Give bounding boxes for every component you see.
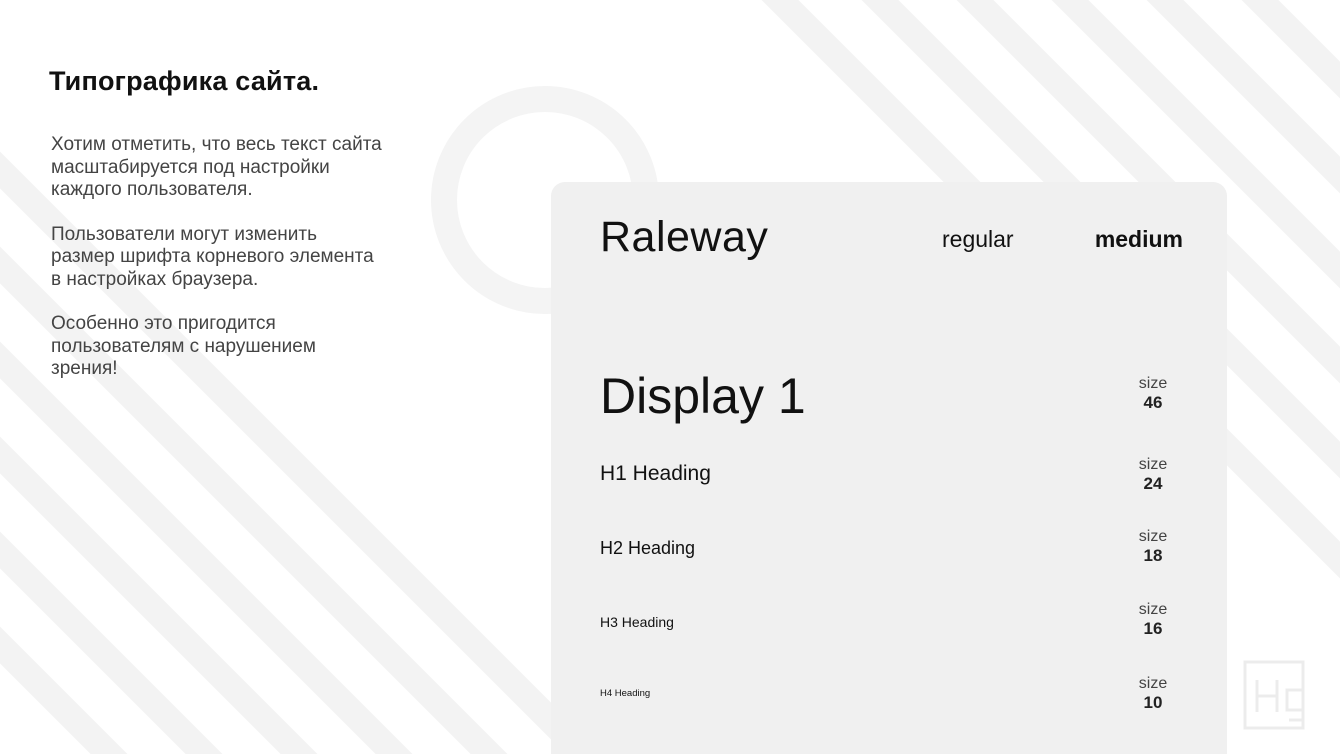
type-sample-h3: H3 Heading bbox=[600, 614, 674, 630]
type-row-h4: H4 Heading size 10 bbox=[600, 675, 1183, 712]
size-value: 10 bbox=[1143, 693, 1163, 712]
size-label: size bbox=[1138, 375, 1168, 392]
type-row-h2: H2 Heading size 18 bbox=[600, 528, 1183, 574]
paragraph-scaling: Хотим отметить, что весь текст сайта мас… bbox=[51, 134, 382, 200]
font-family-name: Raleway bbox=[600, 213, 769, 261]
size-label: size bbox=[1138, 528, 1168, 545]
weight-medium-label: medium bbox=[1094, 226, 1183, 252]
size-label: size bbox=[1138, 456, 1168, 473]
size-value: 24 bbox=[1143, 474, 1163, 493]
page-title: Типографика сайта. bbox=[49, 66, 320, 96]
size-label: size bbox=[1138, 675, 1168, 692]
type-sample-h4: H4 Heading bbox=[600, 688, 651, 699]
size-label: size bbox=[1138, 601, 1168, 618]
type-sample-display-1: Display 1 bbox=[600, 368, 806, 424]
type-size-h1: size 24 bbox=[1123, 455, 1183, 494]
type-row-display-1: Display 1 size 46 bbox=[600, 366, 1183, 426]
weight-regular-label: regular bbox=[942, 226, 1014, 252]
description-text: Хотим отметить, что весь текст сайта мас… bbox=[51, 134, 421, 403]
type-sample-h2: H2 Heading bbox=[600, 538, 696, 558]
hg-logo-icon bbox=[1243, 660, 1305, 730]
type-sample-h1: H1 Heading bbox=[600, 462, 711, 485]
paragraph-font-size: Пользователи могут изменить размер шрифт… bbox=[51, 223, 374, 290]
type-row-h1: H1 Heading size 24 bbox=[600, 455, 1183, 498]
type-size-h3: size 16 bbox=[1123, 600, 1183, 639]
type-row-h3: H3 Heading size 16 bbox=[600, 601, 1183, 642]
size-value: 16 bbox=[1143, 619, 1163, 638]
slide-page: Типографика сайта. Хотим отметить, что в… bbox=[0, 0, 1340, 754]
type-size-h4: size 10 bbox=[1123, 674, 1183, 713]
size-value: 18 bbox=[1143, 546, 1163, 565]
paragraph-accessibility: Особенно это пригодится пользователям с … bbox=[51, 313, 316, 379]
type-size-display-1: size 46 bbox=[1123, 374, 1183, 413]
type-size-h2: size 18 bbox=[1123, 527, 1183, 566]
typography-card: Raleway regular medium Display 1 size 46… bbox=[551, 182, 1227, 754]
size-value: 46 bbox=[1143, 393, 1163, 412]
